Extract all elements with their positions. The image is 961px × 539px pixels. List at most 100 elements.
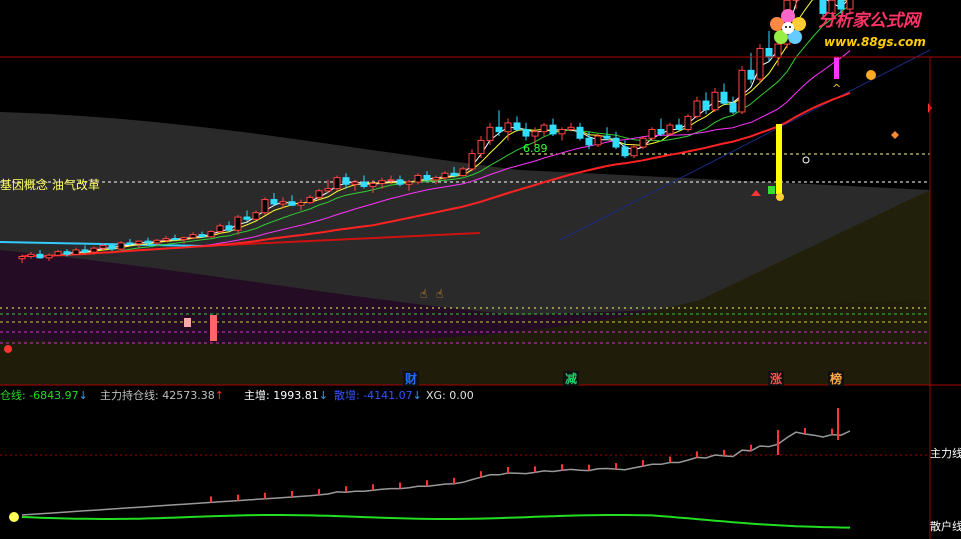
candle-body: [324, 188, 332, 192]
retail-line: [21, 514, 851, 529]
candle-body: [531, 131, 539, 137]
indicator-row: 仓线: -6843.97↓ 主力持仓线: 42573.38↑ 主增: 1993.81…: [0, 388, 474, 402]
candle-body: [234, 216, 242, 231]
signal-dot: [4, 345, 12, 353]
candle-body: [243, 216, 251, 220]
candle-body: [405, 181, 413, 185]
candle-body: [126, 242, 134, 245]
candle-body: [306, 196, 314, 204]
candle-body: [279, 201, 287, 205]
start-dot: [9, 512, 19, 522]
candle-body: [396, 179, 404, 185]
indicator-0: 仓线: -6843.97↓: [0, 388, 88, 402]
candle-body: [720, 91, 728, 104]
candle-body: [288, 201, 296, 206]
candle-body: [81, 249, 89, 253]
indicator-4: XG: 0.00: [426, 389, 474, 402]
candle-body: [675, 124, 683, 130]
candle-body: [252, 212, 260, 220]
candle-body: [567, 126, 575, 130]
candle-body: [540, 124, 548, 133]
candle-body: [45, 254, 53, 259]
candle-body: [27, 253, 35, 258]
candle-body: [774, 43, 782, 58]
candle-body: [495, 126, 503, 133]
candle-body: [837, 0, 845, 10]
candle-body: [558, 128, 566, 135]
candle-body: [225, 225, 233, 231]
candle-body: [594, 135, 602, 146]
candle-body: [144, 240, 152, 244]
candle-body: [198, 234, 206, 238]
retail-label: 散户线: [930, 519, 961, 533]
background-bands: [0, 112, 930, 385]
candle-body: [504, 122, 512, 133]
candle-body: [648, 128, 656, 139]
candle-body: [621, 146, 629, 157]
candle-body: [576, 126, 584, 139]
candle-body: [54, 251, 62, 256]
candle-body: [63, 251, 71, 255]
logo-url: www.88gs.com: [824, 35, 926, 49]
candle-body: [162, 238, 170, 241]
candle-body: [153, 239, 161, 244]
signal-dot: [776, 193, 784, 201]
candle-body: [756, 47, 764, 80]
candle-body: [270, 199, 278, 205]
logo-name: 分析家公式网: [818, 11, 923, 31]
candle-body: [459, 168, 467, 176]
badge-3: 榜: [830, 371, 842, 386]
candle-body: [441, 172, 449, 179]
signal-dot: [802, 156, 810, 164]
candle-body: [729, 102, 737, 113]
main-force-label: 主力线: [930, 446, 961, 460]
candle-body: [387, 179, 395, 182]
candle-body: [90, 247, 98, 253]
lower-indicator: 主力线散户线: [0, 408, 961, 533]
candle-body: [522, 128, 530, 137]
candle-body: [711, 91, 719, 111]
candle-body: [261, 199, 269, 214]
price-label: 6.89: [523, 142, 548, 155]
candle-body: [513, 122, 521, 130]
concept-label: 基因概念 油气改革: [0, 177, 100, 192]
candle-body: [297, 202, 305, 206]
candle-body: [747, 69, 755, 80]
yellow-signal-bar: [776, 124, 782, 194]
candle-body: [657, 128, 665, 135]
candle-body: [432, 177, 440, 181]
candle-body: [18, 256, 26, 260]
candle-body: [702, 100, 710, 111]
indicator-3: 散增: -4141.07↓: [334, 388, 422, 402]
candle-body: [135, 240, 143, 245]
candle-body: [684, 115, 692, 130]
candle-body: [315, 190, 323, 198]
candle-body: [639, 137, 647, 148]
candle-body: [693, 100, 701, 117]
candle-body: [180, 237, 188, 240]
signal-box: [184, 318, 191, 327]
candle-body: [351, 181, 359, 185]
candle-body: [360, 181, 368, 187]
candle-body: [549, 124, 557, 135]
candle-body: [378, 180, 386, 184]
candle-body: [342, 177, 350, 185]
candle-body: [666, 124, 674, 135]
badge-1: 减: [565, 371, 577, 386]
diamond-icon: [891, 131, 899, 139]
candle-body: [414, 174, 422, 183]
signal-box: [210, 315, 217, 341]
candle-body: [846, 0, 854, 10]
candle-body: [99, 245, 107, 249]
signal-dot: [866, 70, 876, 80]
candle-body: [423, 174, 431, 181]
candle-body: [36, 253, 44, 259]
candle-body: [477, 139, 485, 155]
candle-body: [189, 234, 197, 239]
candle-body: [765, 47, 773, 58]
indicator-2: 主增: 1993.81↓: [244, 388, 328, 402]
magenta-signal-bar: [834, 57, 839, 79]
stock-chart: ☝ ☝ ^ 6.89 基因概念 油气改革 财 减 涨 榜 仓线: -6843.97↓ 主力持…: [0, 0, 961, 539]
candle-body: [171, 238, 179, 241]
hand-icon: ☝: [420, 287, 427, 301]
